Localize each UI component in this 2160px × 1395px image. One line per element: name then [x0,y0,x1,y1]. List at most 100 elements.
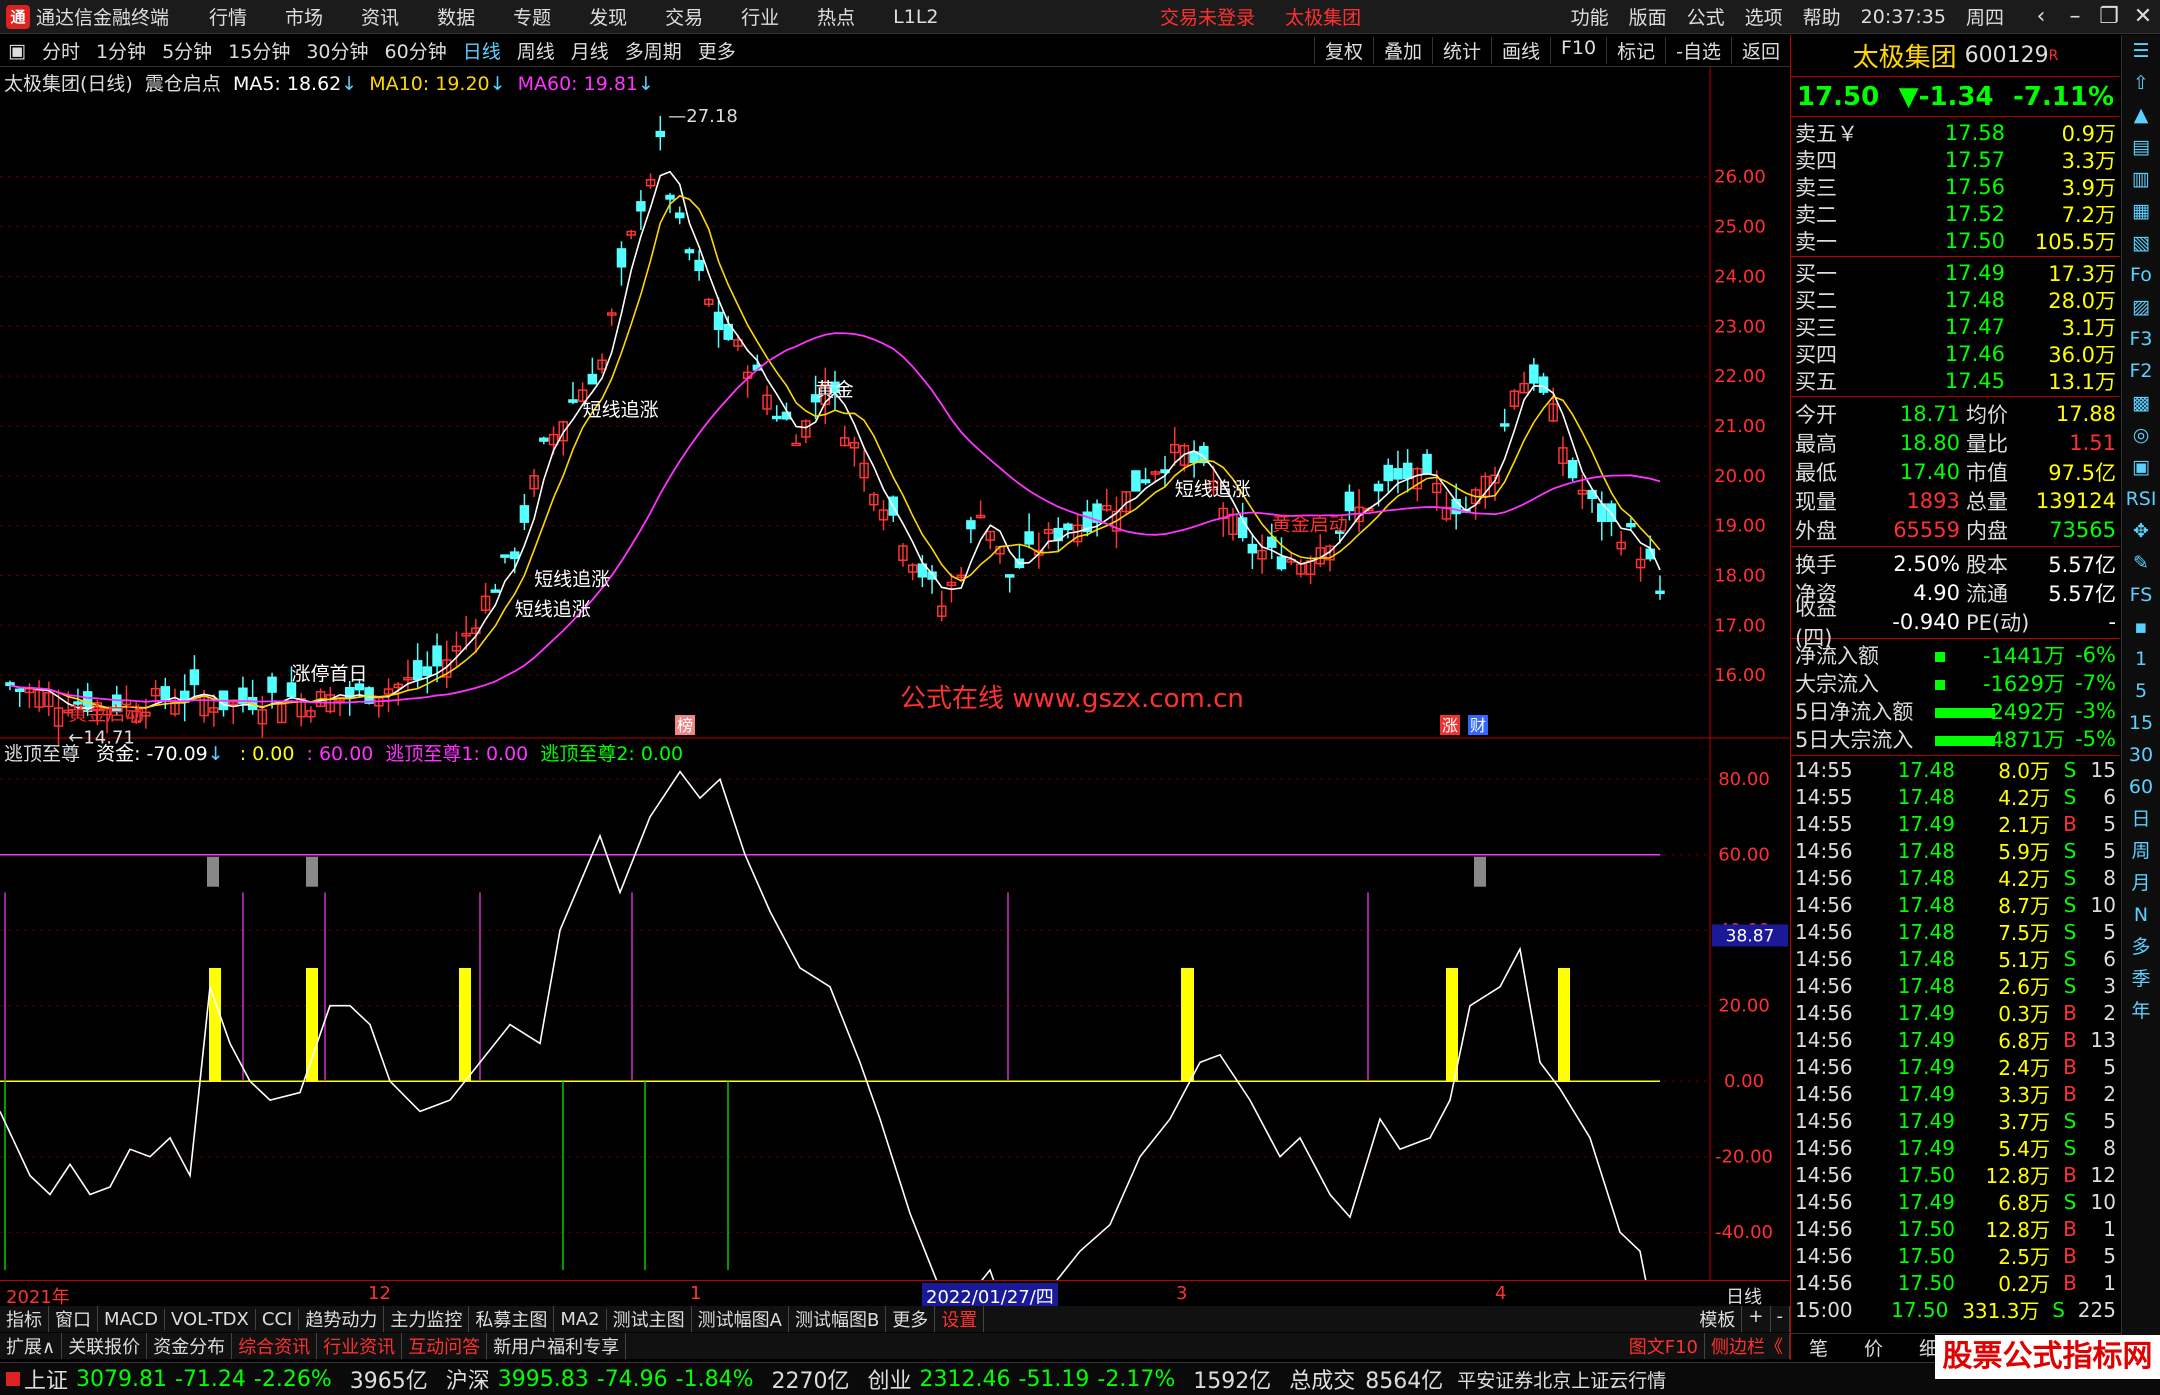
ask-row[interactable]: 卖四 17.57 3.3万 [1791,146,2120,173]
ask-row[interactable]: 卖三 17.56 3.9万 [1791,173,2120,200]
tick-list[interactable]: 14:55 17.48 8.0万 S 15 14:55 17.48 4.2万 S 6 14:55 17… [1791,756,2120,1324]
sidebar-tool-icon[interactable]: 5 [2122,675,2160,707]
tick-row[interactable]: 15:00 17.50 331.3万 S 225 [1791,1296,2120,1324]
sidebar-tool-icon[interactable]: ✎ [2122,547,2160,579]
period-tab[interactable]: 周线 [517,37,555,64]
panel-toggle-icon[interactable]: ▣ [8,40,26,62]
sidebar-tool-icon[interactable]: ▩ [2122,387,2160,419]
tab-more[interactable]: 更多 [886,1306,936,1332]
tick-row[interactable]: 14:56 17.48 7.5万 S 5 [1791,918,2120,946]
tab-ma2[interactable]: MA2 [554,1308,607,1330]
tab-f10[interactable]: 图文F10 [1623,1333,1705,1359]
tick-row[interactable]: 14:56 17.49 3.7万 S 5 [1791,1107,2120,1135]
tick-row[interactable]: 14:55 17.48 8.0万 S 15 [1791,756,2120,784]
bid-row[interactable]: 买三 17.47 3.1万 [1791,313,2120,340]
minimize-icon[interactable]: – [2058,4,2092,29]
period-tab[interactable]: 60分钟 [385,37,447,64]
sidebar-tool-icon[interactable]: 季 [2122,963,2160,995]
period-tab[interactable]: 1分钟 [96,37,146,64]
sidebar-tool-icon[interactable]: ◎ [2122,419,2160,451]
menu-function[interactable]: 功能 [1571,3,1609,30]
period-tab-more[interactable]: 更多 [698,37,736,64]
period-tab[interactable]: 30分钟 [306,37,368,64]
sh-label[interactable]: 上证 [24,1363,68,1395]
tab-price[interactable]: 价 [1846,1334,1901,1360]
sidebar-tool-icon[interactable]: 日 [2122,803,2160,835]
cy-label[interactable]: 创业 [868,1363,912,1395]
tool-button[interactable]: 叠加 [1372,37,1432,64]
menu-quotes[interactable]: 行情 [209,3,247,30]
sidebar-tool-icon[interactable]: RSI [2122,483,2160,515]
tab-vol[interactable]: VOL-TDX [165,1308,256,1330]
bid-row[interactable]: 买五 17.45 13.1万 [1791,367,2120,394]
tick-row[interactable]: 14:56 17.50 2.5万 B 5 [1791,1242,2120,1270]
menu-industry[interactable]: 行业 [741,3,779,30]
period-tab-daily[interactable]: 日线 [463,37,501,64]
chart-area[interactable]: 26.00 25.00 24.00 23.00 22.00 21.00 20.00 19.00… [0,67,1790,1280]
sidebar-tool-icon[interactable]: 月 [2122,867,2160,899]
sidebar-tool-icon[interactable]: ☰ [2122,35,2160,67]
tab-fund-dist[interactable]: 资金分布 [147,1333,233,1359]
bid-row[interactable]: 买一 17.49 17.3万 [1791,259,2120,286]
tab-welfare[interactable]: 新用户福利专享 [487,1333,627,1359]
sidebar-tool-icon[interactable]: FS [2122,579,2160,611]
tick-row[interactable]: 14:55 17.48 4.2万 S 6 [1791,783,2120,811]
sidebar-tool-icon[interactable]: ▪ [2122,611,2160,643]
sidebar-tool-icon[interactable]: ▣ [2122,451,2160,483]
bid-row[interactable]: 买四 17.46 36.0万 [1791,340,2120,367]
period-tab[interactable]: 15分钟 [228,37,290,64]
menu-options[interactable]: 选项 [1745,3,1783,30]
tab-qa[interactable]: 互动问答 [402,1333,488,1359]
tool-button[interactable]: -自选 [1665,37,1731,64]
tab-industry-news[interactable]: 行业资讯 [317,1333,403,1359]
tab-expand[interactable]: 扩展∧ [0,1333,63,1359]
sidebar-tool-icon[interactable]: 60 [2122,771,2160,803]
ask-row[interactable]: 卖二 17.52 7.2万 [1791,200,2120,227]
tick-row[interactable]: 14:56 17.48 5.1万 S 6 [1791,945,2120,973]
menu-news[interactable]: 资讯 [361,3,399,30]
sidebar-tool-icon[interactable]: F3 [2122,323,2160,355]
tick-row[interactable]: 14:56 17.49 3.3万 B 2 [1791,1080,2120,1108]
tab-window[interactable]: 窗口 [49,1306,98,1332]
tick-row[interactable]: 14:56 17.48 5.9万 S 5 [1791,837,2120,865]
sidebar-tool-icon[interactable]: 多 [2122,931,2160,963]
sidebar-tool-icon[interactable]: ▨ [2122,291,2160,323]
tool-button[interactable]: 返回 [1730,37,1790,64]
tick-row[interactable]: 14:56 17.50 0.2万 B 1 [1791,1269,2120,1297]
tool-button[interactable]: 标记 [1606,37,1665,64]
tick-row[interactable]: 14:56 17.49 6.8万 B 13 [1791,1026,2120,1054]
period-tab[interactable]: 月线 [571,37,609,64]
tab-general-news[interactable]: 综合资讯 [232,1333,318,1359]
bid-row[interactable]: 买二 17.48 28.0万 [1791,286,2120,313]
sidebar-tool-icon[interactable]: 15 [2122,707,2160,739]
sidebar-tool-icon[interactable]: 1 [2122,643,2160,675]
tick-row[interactable]: 14:56 17.50 12.8万 B 12 [1791,1161,2120,1189]
sidebar-tool-icon[interactable]: 年 [2122,995,2160,1027]
menu-l1l2[interactable]: L1L2 [893,6,938,28]
tab-macd[interactable]: MACD [98,1308,165,1330]
sidebar-tool-icon[interactable]: ▧ [2122,227,2160,259]
broker-name[interactable]: 平安证券北京上证云行情 [1457,1366,1666,1393]
sidebar-tool-icon[interactable]: 30 [2122,739,2160,771]
menu-layout[interactable]: 版面 [1629,3,1667,30]
sidebar-tool-icon[interactable]: ✥ [2122,515,2160,547]
ask-row[interactable]: 卖五￥ 17.58 0.9万 [1791,119,2120,146]
tick-row[interactable]: 14:56 17.48 8.7万 S 10 [1791,891,2120,919]
tab-trend[interactable]: 趋势动力 [299,1306,385,1332]
ask-row[interactable]: 卖一 17.50 105.5万 [1791,227,2120,254]
tab-related[interactable]: 关联报价 [62,1333,148,1359]
tab-test-main[interactable]: 测试主图 [607,1306,692,1332]
close-icon[interactable]: ✕ [2126,4,2160,29]
sidebar-tool-icon[interactable]: ▤ [2122,131,2160,163]
template-button[interactable]: 模板 [1693,1306,1743,1332]
sidebar-tool-icon[interactable]: N [2122,899,2160,931]
remove-button[interactable]: - [1771,1306,1790,1332]
tick-row[interactable]: 14:56 17.48 2.6万 S 3 [1791,972,2120,1000]
add-button[interactable]: + [1742,1306,1771,1332]
tab-test-b[interactable]: 测试幅图B [789,1306,887,1332]
tick-row[interactable]: 14:56 17.49 5.4万 S 8 [1791,1134,2120,1162]
tool-button[interactable]: F10 [1550,37,1606,64]
tab-test-a[interactable]: 测试幅图A [692,1306,789,1332]
period-tab[interactable]: 分时 [42,37,80,64]
tick-row[interactable]: 14:56 17.49 0.3万 B 2 [1791,999,2120,1027]
